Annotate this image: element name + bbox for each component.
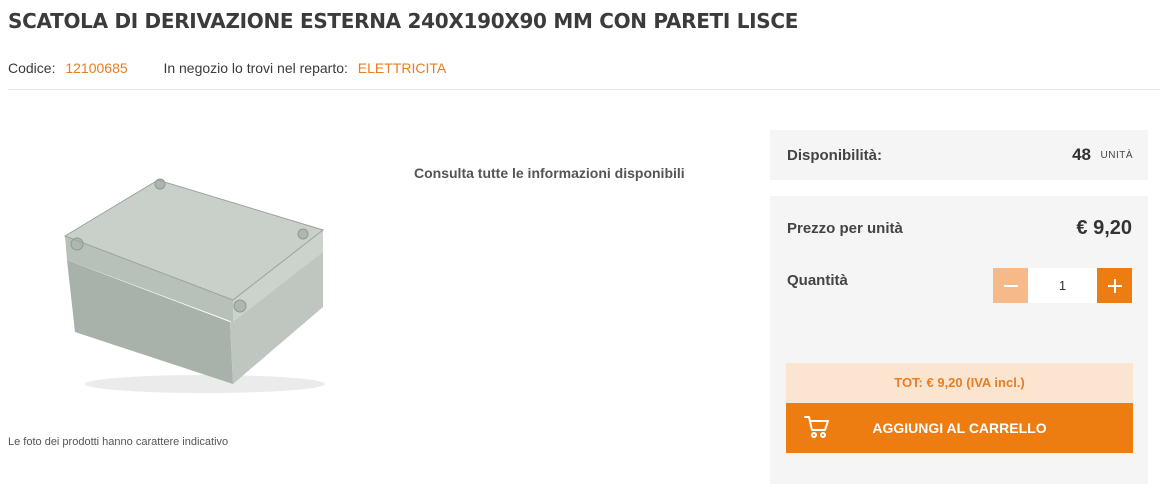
department-label: In negozio lo trovi nel reparto: (163, 60, 348, 76)
product-meta: Codice: 12100685 In negozio lo trovi nel… (8, 60, 446, 76)
photo-disclaimer: Le foto dei prodotti hanno carattere ind… (8, 436, 229, 448)
price-value: € 9,20 (1076, 217, 1132, 239)
product-image[interactable] (55, 172, 345, 397)
purchase-panel: Prezzo per unità € 9,20 Quantità TOT: € … (770, 196, 1148, 484)
all-info-link[interactable]: Consulta tutte le informazioni disponibi… (414, 165, 685, 181)
code-value: 12100685 (65, 60, 128, 76)
availability-panel: Disponibilità: 48 UNITÀ (770, 130, 1148, 180)
code-label: Codice: (8, 60, 56, 76)
plus-icon (1107, 278, 1122, 293)
add-to-cart-label: AGGIUNGI AL CARRELLO (872, 420, 1047, 436)
add-to-cart-button[interactable]: AGGIUNGI AL CARRELLO (786, 403, 1133, 453)
quantity-input[interactable] (1028, 268, 1097, 303)
quantity-label: Quantità (787, 272, 848, 289)
department-link[interactable]: ELETTRICITA (358, 60, 446, 76)
price-label: Prezzo per unità (787, 220, 903, 237)
minus-icon (1003, 284, 1018, 287)
total-price: TOT: € 9,20 (IVA incl.) (786, 363, 1133, 403)
product-title: SCATOLA DI DERIVAZIONE ESTERNA 240X190X9… (8, 9, 799, 33)
availability-unit: UNITÀ (1100, 150, 1133, 161)
availability-count: 48 (1072, 145, 1091, 164)
quantity-decrease-button[interactable] (993, 268, 1028, 303)
header-divider (8, 89, 1160, 90)
quantity-increase-button[interactable] (1097, 268, 1132, 303)
availability-label: Disponibilità: (787, 147, 882, 164)
